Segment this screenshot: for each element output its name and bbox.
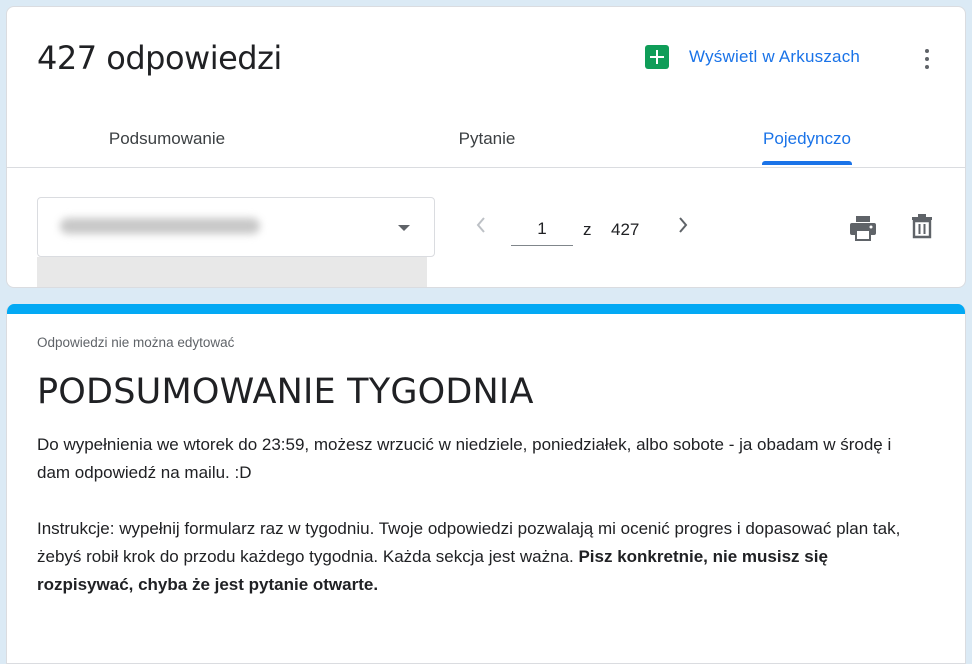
respondent-email-select[interactable] bbox=[37, 197, 435, 257]
responses-header-card: 427 odpowiedzi Wyświetl w Arkuszach Pods… bbox=[6, 6, 966, 288]
view-in-sheets-label: Wyświetl w Arkuszach bbox=[689, 47, 861, 66]
readonly-note: Odpowiedzi nie można edytować bbox=[37, 335, 235, 350]
google-sheets-icon bbox=[645, 45, 669, 69]
page-of-label: z bbox=[583, 220, 592, 239]
description-paragraph-1: Do wypełnienia we wtorek do 23:59, możes… bbox=[37, 435, 892, 482]
form-title: PODSUMOWANIE TYGODNIA bbox=[37, 372, 534, 412]
tab-individual[interactable]: Pojedynczo bbox=[707, 111, 907, 167]
chevron-right-icon[interactable] bbox=[675, 214, 691, 236]
tab-summary[interactable]: Podsumowanie bbox=[67, 111, 267, 167]
response-tabs: Podsumowanie Pytanie Pojedynczo bbox=[7, 111, 965, 168]
blurred-email bbox=[60, 218, 260, 234]
page-total: 427 bbox=[611, 220, 640, 239]
delete-icon[interactable] bbox=[911, 213, 933, 239]
print-icon[interactable] bbox=[849, 215, 877, 241]
description-paragraph-2: Instrukcje: wypełnij formularz raz w tyg… bbox=[37, 515, 922, 599]
page-number-input[interactable] bbox=[511, 213, 573, 246]
more-vert-icon[interactable] bbox=[917, 47, 937, 71]
form-accent-bar bbox=[7, 304, 965, 314]
response-count: 427 odpowiedzi bbox=[37, 39, 282, 77]
form-description: Do wypełnienia we wtorek do 23:59, możes… bbox=[37, 431, 922, 599]
tab-question[interactable]: Pytanie bbox=[387, 111, 587, 167]
dropdown-arrow-icon bbox=[398, 225, 410, 231]
form-response-card: Odpowiedzi nie można edytować PODSUMOWAN… bbox=[6, 304, 966, 664]
dropdown-placeholder-area bbox=[37, 257, 427, 287]
chevron-left-icon[interactable] bbox=[473, 214, 489, 236]
view-in-sheets-link[interactable]: Wyświetl w Arkuszach bbox=[645, 45, 860, 69]
active-tab-indicator bbox=[762, 161, 852, 165]
